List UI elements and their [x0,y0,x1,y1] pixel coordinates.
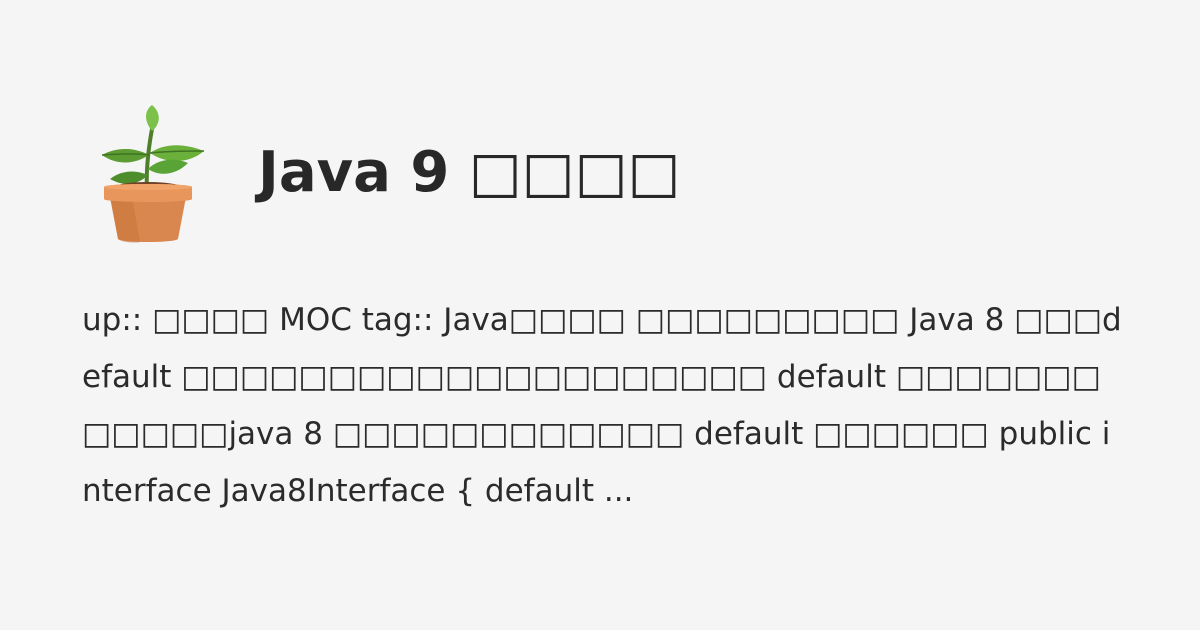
card-header: Java 9 □□□□ [86,100,681,245]
page-title: Java 9 □□□□ [258,139,681,205]
post-excerpt: up:: □□□□ MOC tag:: Java□□□□ □□□□□□□□□ J… [82,302,1122,509]
og-card: Java 9 □□□□ up:: □□□□ MOC tag:: Java□□□□… [0,0,1200,630]
potted-plant-icon [101,104,205,243]
